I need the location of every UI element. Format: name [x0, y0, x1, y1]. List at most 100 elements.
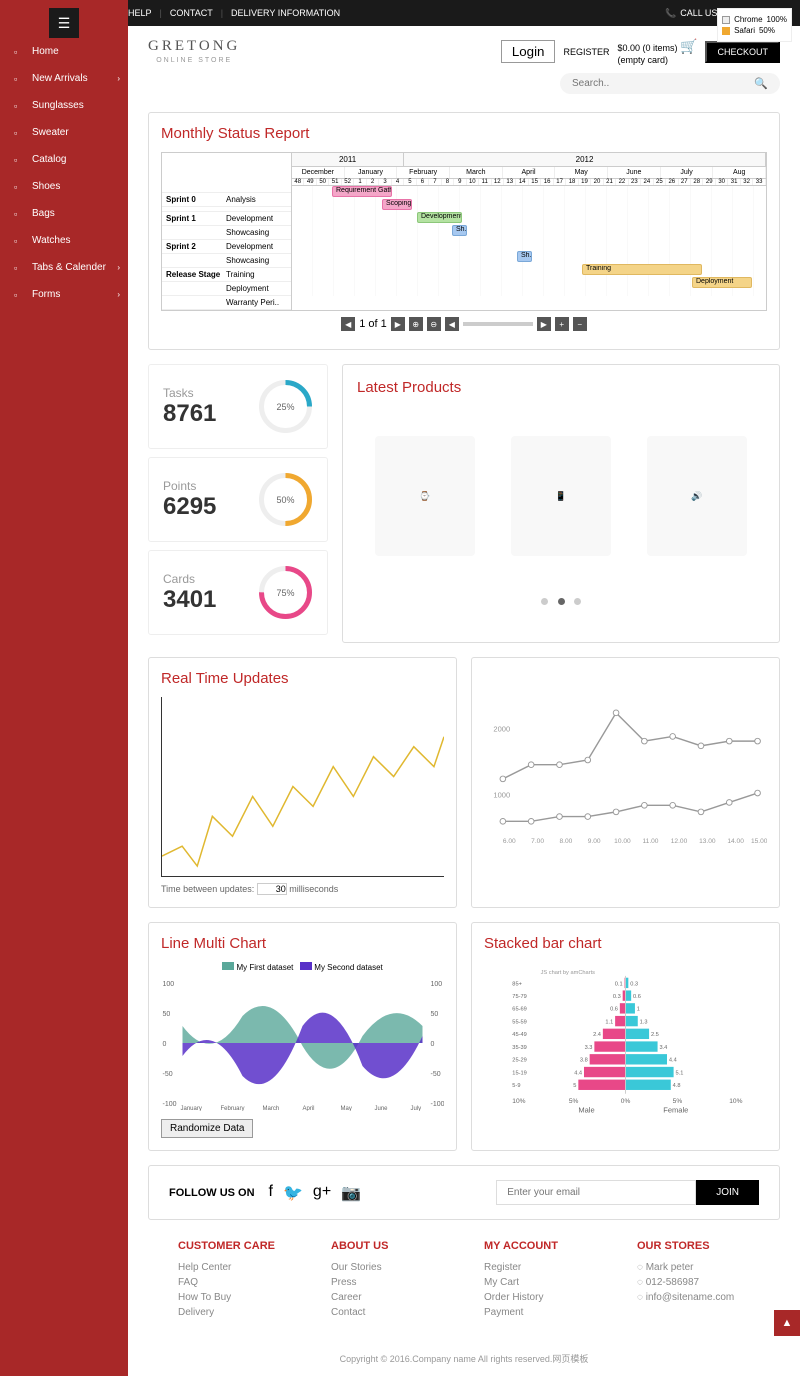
- copyright: Copyright © 2016.Company name All rights…: [148, 1342, 780, 1375]
- dot-3[interactable]: [574, 598, 581, 605]
- register-link[interactable]: REGISTER: [563, 47, 609, 57]
- search-icon[interactable]: 🔍: [754, 77, 768, 90]
- donut-chart: 25%: [258, 379, 313, 434]
- gantt-back[interactable]: ◀: [445, 317, 459, 331]
- footer-link[interactable]: ◌ Mark peter: [637, 1262, 750, 1273]
- randomize-button[interactable]: Randomize Data: [161, 1119, 253, 1138]
- scroll-top-button[interactable]: ▲: [774, 1310, 800, 1336]
- gantt-fwd[interactable]: ▶: [537, 317, 551, 331]
- svg-text:5%: 5%: [569, 1098, 579, 1105]
- interval-input[interactable]: [257, 883, 287, 895]
- svg-text:3.4: 3.4: [659, 1045, 667, 1051]
- svg-text:50: 50: [163, 1011, 171, 1018]
- footer-link[interactable]: ◌ 012-586987: [637, 1277, 750, 1288]
- sidebar-item-9[interactable]: ▫Forms›: [0, 281, 128, 308]
- gantt-prev[interactable]: ◀: [341, 317, 355, 331]
- sidebar-item-8[interactable]: ▫Tabs & Calender›: [0, 254, 128, 281]
- stat-tasks: Tasks876125%: [148, 364, 328, 449]
- svg-text:8.00: 8.00: [559, 838, 572, 845]
- contact-link[interactable]: CONTACT: [170, 8, 213, 18]
- sidebar-item-5[interactable]: ▫Shoes: [0, 173, 128, 200]
- twitter-icon[interactable]: 🐦: [283, 1183, 303, 1203]
- login-button[interactable]: Login: [501, 40, 556, 63]
- googleplus-icon[interactable]: g+: [313, 1183, 331, 1203]
- svg-text:10.00: 10.00: [614, 838, 631, 845]
- footer-link[interactable]: FAQ: [178, 1277, 291, 1288]
- svg-text:10%: 10%: [729, 1098, 742, 1105]
- cart-summary[interactable]: $0.00 (0 items) 🛒 (empty card): [618, 38, 698, 65]
- email-input[interactable]: [496, 1180, 696, 1205]
- nav-icon: ▫: [14, 209, 24, 219]
- footer-link[interactable]: Help Center: [178, 1262, 291, 1273]
- gantt-expand[interactable]: ⊕: [409, 317, 423, 331]
- product-speaker[interactable]: 🔊: [647, 436, 747, 556]
- footer-link[interactable]: Register: [484, 1262, 597, 1273]
- cart-icon: 🛒: [680, 38, 697, 54]
- footer-link[interactable]: Order History: [484, 1292, 597, 1303]
- gantt-next[interactable]: ▶: [391, 317, 405, 331]
- dot-2[interactable]: [558, 598, 565, 605]
- facebook-icon[interactable]: f: [269, 1183, 273, 1203]
- footer-link[interactable]: Press: [331, 1277, 444, 1288]
- svg-text:45-49: 45-49: [512, 1032, 526, 1038]
- gantt-plus[interactable]: +: [555, 317, 569, 331]
- gantt-zoom-slider[interactable]: [463, 322, 533, 326]
- footer-link[interactable]: Payment: [484, 1307, 597, 1318]
- svg-text:9.00: 9.00: [588, 838, 601, 845]
- svg-text:March: March: [263, 1106, 280, 1111]
- hamburger-menu[interactable]: ☰: [49, 8, 79, 38]
- svg-text:13.00: 13.00: [699, 838, 716, 845]
- sidebar-item-4[interactable]: ▫Catalog: [0, 146, 128, 173]
- help-link[interactable]: HELP: [128, 8, 152, 18]
- svg-text:2.5: 2.5: [651, 1032, 659, 1038]
- line-chart: 2000 1000 6.007.008.009.0010.0011.0012.0…: [484, 670, 767, 850]
- checkout-button[interactable]: CHECKOUT: [705, 41, 780, 63]
- footer-link[interactable]: Contact: [331, 1307, 444, 1318]
- logo[interactable]: GRETONG ONLINE STORE: [148, 38, 240, 64]
- svg-text:1.3: 1.3: [640, 1019, 648, 1025]
- nav-icon: ▫: [14, 155, 24, 165]
- svg-text:0.1: 0.1: [615, 981, 623, 987]
- sidebar: ☰ ▫Home▫New Arrivals›▫Sunglasses▫Sweater…: [0, 0, 128, 1376]
- footer-link[interactable]: ◌ info@sitename.com: [637, 1292, 750, 1303]
- svg-text:85+: 85+: [512, 981, 522, 987]
- footer-link[interactable]: How To Buy: [178, 1292, 291, 1303]
- instagram-icon[interactable]: 📷: [341, 1183, 361, 1203]
- svg-text:50: 50: [431, 1011, 439, 1018]
- footer-link[interactable]: Career: [331, 1292, 444, 1303]
- dot-1[interactable]: [541, 598, 548, 605]
- follow-section: FOLLOW US ON f 🐦 g+ 📷 JOIN: [148, 1165, 780, 1220]
- delivery-link[interactable]: DELIVERY INFORMATION: [231, 8, 340, 18]
- sidebar-item-3[interactable]: ▫Sweater: [0, 119, 128, 146]
- svg-text:February: February: [221, 1106, 245, 1111]
- search-input[interactable]: [572, 78, 754, 89]
- svg-text:4.8: 4.8: [673, 1083, 681, 1089]
- sidebar-item-2[interactable]: ▫Sunglasses: [0, 92, 128, 119]
- svg-text:3.3: 3.3: [585, 1045, 593, 1051]
- gantt-minus[interactable]: −: [573, 317, 587, 331]
- svg-text:65-69: 65-69: [512, 1007, 526, 1013]
- product-watch[interactable]: ⌚: [375, 436, 475, 556]
- footer-link[interactable]: My Cart: [484, 1277, 597, 1288]
- svg-text:5-9: 5-9: [512, 1083, 520, 1089]
- sidebar-item-7[interactable]: ▫Watches: [0, 227, 128, 254]
- carousel-dots: [357, 596, 765, 608]
- svg-text:-50: -50: [431, 1071, 441, 1078]
- join-button[interactable]: JOIN: [696, 1180, 759, 1205]
- product-selfie-stick[interactable]: 📱: [511, 436, 611, 556]
- sidebar-item-1[interactable]: ▫New Arrivals›: [0, 65, 128, 92]
- gantt-collapse[interactable]: ⊖: [427, 317, 441, 331]
- svg-text:0.3: 0.3: [630, 981, 638, 987]
- footer-link[interactable]: Our Stories: [331, 1262, 444, 1273]
- footer-col-2: MY ACCOUNTRegisterMy CartOrder HistoryPa…: [484, 1240, 597, 1322]
- sidebar-item-0[interactable]: ▫Home: [0, 38, 128, 65]
- footer-col-3: OUR STORES◌ Mark peter◌ 012-586987◌ info…: [637, 1240, 750, 1322]
- sidebar-item-6[interactable]: ▫Bags: [0, 200, 128, 227]
- svg-text:January: January: [181, 1106, 202, 1111]
- svg-text:1: 1: [637, 1007, 640, 1013]
- nav-icon: ▫: [14, 128, 24, 138]
- footer-link[interactable]: Delivery: [178, 1307, 291, 1318]
- nav-icon: ▫: [14, 236, 24, 246]
- svg-text:Male: Male: [578, 1106, 594, 1115]
- svg-text:4.4: 4.4: [669, 1058, 677, 1064]
